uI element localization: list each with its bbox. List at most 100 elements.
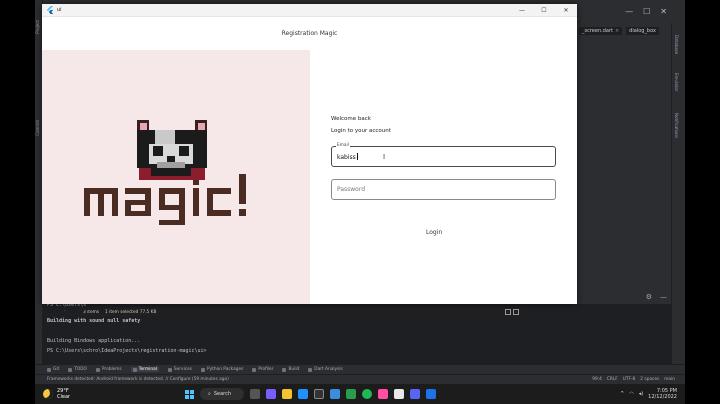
mouse-ibeam-cursor-icon: I	[383, 153, 386, 161]
ide-minimize-icon[interactable]: —	[625, 7, 633, 16]
emulator-tool-label[interactable]: Emulator	[674, 73, 679, 91]
close-icon[interactable]: ✕	[555, 4, 577, 17]
selection-info: 1 item selected 77.5 KB	[105, 309, 157, 315]
windows-taskbar: 29°F Clear ⌕ Search ^ ◠ ◂) 7:05 PM 12/12…	[35, 384, 685, 404]
password-field[interactable]: Password	[331, 179, 556, 200]
terminal-header-actions: ⚙ —	[577, 290, 671, 304]
ide-status-bar: Frameworks detected: Android framework i…	[35, 374, 685, 384]
flutter-logo-icon	[46, 6, 54, 14]
tool-window-icon	[167, 367, 172, 372]
cursor-position[interactable]: 99:4	[592, 377, 602, 382]
tiles-view-icon[interactable]	[513, 309, 519, 315]
tray-chevron-icon[interactable]: ^	[620, 391, 624, 397]
app-window-controls: — ☐ ✕	[511, 4, 577, 17]
terminal-line: Building with sound null safety	[47, 318, 141, 324]
ide-editor-area: — ☐ ✕ _screen.dart × dialog_box	[577, 0, 685, 295]
settings-gear-icon[interactable]: ⚙	[646, 293, 652, 301]
file-encoding[interactable]: UTF-8	[623, 377, 636, 382]
view-toggle[interactable]	[505, 309, 527, 315]
taskbar-apps: ⌕ Search	[185, 388, 436, 400]
email-field[interactable]: Email kabiss I	[331, 143, 556, 167]
details-view-icon[interactable]	[505, 309, 511, 315]
terminal-line: Building Bindows application...	[47, 338, 141, 344]
ide-editor-tabs: _screen.dart × dialog_box	[577, 25, 685, 36]
tool-window-profiler[interactable]: Profiler	[252, 367, 273, 372]
app-titlebar[interactable]: ui — ☐ ✕	[42, 4, 577, 17]
notifications-tool-label[interactable]: Notifications	[674, 113, 679, 138]
pixel-cat-magic-logo	[84, 120, 246, 225]
tool-window-git[interactable]: Git	[47, 367, 59, 372]
tool-window-icon	[132, 367, 137, 372]
taskbar-search[interactable]: ⌕ Search	[200, 388, 244, 400]
pycharm-icon[interactable]	[346, 389, 356, 399]
tool-window-build[interactable]: Build	[282, 367, 299, 372]
file-explorer-icon[interactable]	[282, 389, 292, 399]
clock[interactable]: 7:05 PM 12/12/2022	[648, 388, 677, 400]
status-message[interactable]: Frameworks detected: Android framework i…	[35, 377, 592, 382]
ide-tool-window-bar: Git TODO Problems Terminal Services Python Pa…	[35, 364, 685, 374]
screen: Project Commit — ☐ ✕ _screen.dart × dialo…	[0, 0, 720, 404]
teams-icon[interactable]	[266, 389, 276, 399]
volume-icon[interactable]: ◂)	[639, 391, 643, 397]
tool-window-icon	[308, 367, 313, 372]
desktop: Project Commit — ☐ ✕ _screen.dart × dialo…	[35, 0, 685, 404]
tool-window-icon	[201, 367, 206, 372]
tool-window-icon	[252, 367, 257, 372]
minimize-icon[interactable]: —	[511, 4, 533, 17]
tab-close-icon[interactable]: ×	[615, 28, 619, 34]
password-placeholder: Password	[337, 186, 366, 193]
git-branch[interactable]: main	[664, 377, 675, 382]
login-form: Welcome back Login to your account Email…	[331, 116, 557, 200]
welcome-heading: Welcome back	[331, 116, 371, 122]
tool-window-dart-analysis[interactable]: Dart Analysis	[308, 367, 343, 372]
tool-window-python-packages[interactable]: Python Packages	[201, 367, 243, 372]
app-window-title: ui	[57, 7, 62, 13]
editor-tab[interactable]: _screen.dart ×	[579, 26, 623, 35]
ide-close-icon[interactable]: ✕	[660, 7, 667, 16]
tool-window-icon	[95, 367, 100, 372]
notion-icon[interactable]	[314, 389, 324, 399]
flutter-icon[interactable]	[426, 389, 436, 399]
app-bar: Registration Magic	[42, 17, 577, 50]
search-icon: ⌕	[208, 391, 211, 397]
email-value: kabiss	[337, 153, 358, 161]
weather-condition: Clear	[57, 394, 71, 400]
windows-start-icon[interactable]	[185, 389, 194, 399]
item-count: 3 items	[83, 309, 100, 315]
line-separator[interactable]: CRLF	[607, 377, 618, 382]
login-button[interactable]: Login	[426, 229, 442, 236]
chrome-icon[interactable]	[394, 389, 404, 399]
maximize-icon[interactable]: ☐	[533, 4, 555, 17]
email-label: Email	[336, 143, 350, 148]
tool-window-icon	[282, 367, 287, 372]
tool-window-problems[interactable]: Problems	[95, 367, 122, 372]
tool-window-services[interactable]: Services	[167, 367, 192, 372]
tool-window-todo[interactable]: TODO	[68, 367, 87, 372]
tool-window-terminal[interactable]: Terminal	[130, 367, 159, 372]
ide-right-tool-strip: Database Emulator Notifications	[671, 23, 685, 370]
ide-window-controls: — ☐ ✕	[577, 0, 685, 23]
ide-maximize-icon[interactable]: ☐	[643, 7, 650, 16]
terminal-prompt: PS C:\Users\schro\IdeaProjects\registrat…	[47, 348, 207, 354]
hide-panel-icon[interactable]: —	[660, 293, 667, 301]
app-bar-title: Registration Magic	[281, 30, 338, 37]
task-view-icon[interactable]	[250, 389, 260, 399]
indent-setting[interactable]: 2 spaces	[640, 377, 659, 382]
system-tray: ^ ◠ ◂) 7:05 PM 12/12/2022	[620, 388, 685, 400]
edge-icon[interactable]	[298, 389, 308, 399]
brand-art-panel	[42, 50, 310, 304]
wifi-icon[interactable]: ◠	[629, 391, 633, 397]
database-tool-label[interactable]: Database	[674, 35, 679, 54]
moon-icon	[43, 389, 53, 399]
text-caret	[356, 153, 358, 160]
file-explorer-status-bar: 3 items 1 item selected 77.5 KB	[77, 308, 527, 316]
spotify-icon[interactable]	[362, 389, 372, 399]
intellij-icon[interactable]	[378, 389, 388, 399]
weather-widget[interactable]: 29°F Clear	[35, 388, 185, 400]
login-subtitle: Login to your account	[331, 128, 391, 134]
terminal-app-icon[interactable]	[330, 389, 340, 399]
discord-icon[interactable]	[410, 389, 420, 399]
status-indicators: 99:4 CRLF UTF-8 2 spaces main	[592, 377, 685, 382]
tool-window-icon	[47, 367, 51, 372]
editor-tab[interactable]: dialog_box	[626, 26, 659, 35]
